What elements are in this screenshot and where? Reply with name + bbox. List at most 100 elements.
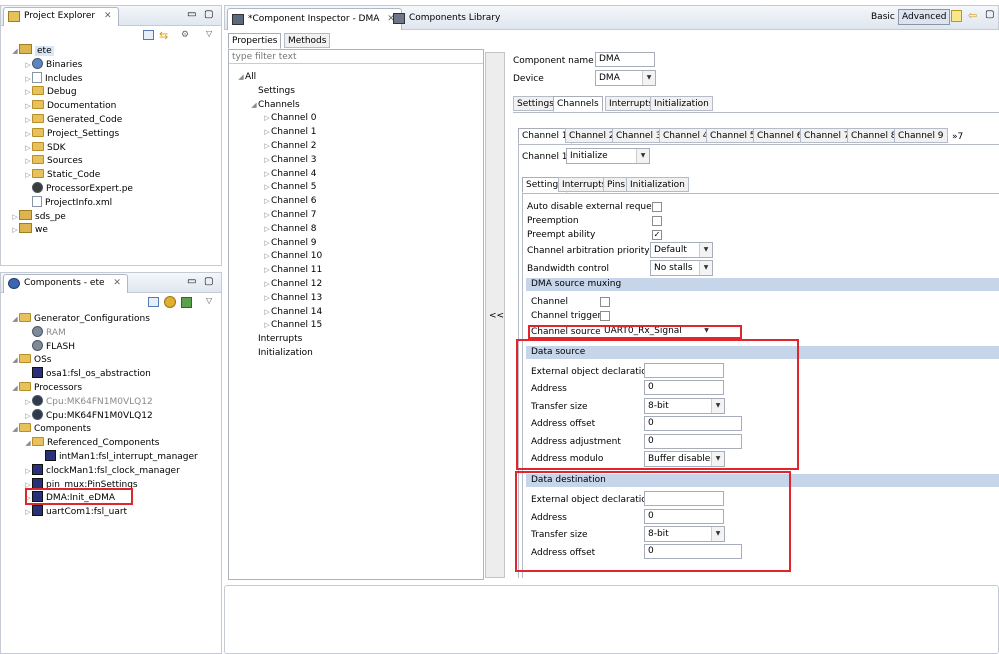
splitter-bar[interactable]: << [485, 52, 505, 578]
collapsed-icon[interactable]: ▷ [263, 111, 271, 125]
tab-channel-2[interactable]: Channel 2 [565, 128, 619, 143]
expanded-icon[interactable]: ◢ [11, 312, 19, 326]
expanded-icon[interactable]: ◢ [237, 70, 245, 84]
back-icon[interactable]: ⇦ [968, 9, 977, 22]
property-tree-item[interactable]: ▷Channel 12 [263, 277, 322, 291]
tree-item[interactable]: RAM [24, 325, 66, 340]
tab-channel-5[interactable]: Channel 5 [706, 128, 760, 143]
view-menu-icon[interactable]: ⚙ [181, 30, 189, 40]
mux-channel-checkbox[interactable] [600, 297, 610, 307]
tree-item[interactable]: ▷ Cpu:MK64FN1M0VLQ12 [24, 394, 153, 409]
channel1-select[interactable]: Initialize ▼ [566, 148, 650, 164]
tree-item[interactable]: ▷ Static_Code [24, 168, 100, 182]
tree-item[interactable]: FLASH [24, 339, 75, 354]
tab-project-explorer[interactable]: Project Explorer ✕ [3, 7, 119, 26]
expanded-icon[interactable]: ◢ [24, 436, 32, 450]
property-tree-item[interactable]: ▷Channel 10 [263, 249, 322, 263]
property-tree-item[interactable]: Settings [250, 84, 295, 98]
preemption-checkbox[interactable] [652, 216, 662, 226]
tab-channel-7[interactable]: Channel 7 [800, 128, 854, 143]
collapsed-icon[interactable]: ▷ [263, 291, 271, 305]
collapsed-icon[interactable]: ▷ [24, 72, 32, 86]
component-name-input[interactable]: DMA [595, 52, 655, 67]
collapsed-icon[interactable]: ▷ [24, 141, 32, 155]
tree-item[interactable]: ▷ Debug [24, 85, 77, 99]
collapsed-icon[interactable]: ▷ [263, 125, 271, 139]
tree-item[interactable]: ▷ SDK [24, 141, 66, 155]
collapsed-icon[interactable]: ▷ [263, 139, 271, 153]
collapsed-icon[interactable]: ▷ [263, 180, 271, 194]
subtab-initialization[interactable]: Initialization [626, 177, 689, 192]
close-icon[interactable]: ✕ [113, 278, 121, 288]
property-tree-item[interactable]: ▷Channel 9 [263, 236, 316, 250]
collapsed-icon[interactable]: ▷ [263, 194, 271, 208]
collapsed-icon[interactable]: ▷ [263, 208, 271, 222]
collapsed-icon[interactable]: ▷ [24, 113, 32, 127]
channel-trigger-checkbox[interactable] [600, 311, 610, 321]
property-tree-item[interactable]: ▷Channel 4 [263, 167, 316, 181]
collapsed-icon[interactable]: ▷ [263, 318, 271, 332]
tree-item[interactable]: ◢ Generator_Configurations [11, 312, 150, 326]
tree-item[interactable]: ▷ Project_Settings [24, 127, 119, 141]
property-tree-item[interactable]: Initialization [250, 346, 313, 360]
advanced-mode-button[interactable]: Advanced [898, 9, 951, 25]
device-select[interactable]: DMA ▼ [595, 70, 656, 86]
link-editor-icon[interactable]: ⇆ [159, 29, 168, 42]
close-icon[interactable]: ✕ [104, 11, 112, 21]
collapsed-icon[interactable]: ▷ [263, 305, 271, 319]
tab-properties[interactable]: Properties [228, 33, 282, 49]
auto-disable-checkbox[interactable] [652, 202, 662, 212]
tab-component-inspector[interactable]: *Component Inspector - DMA ✕ [227, 8, 402, 30]
tree-item[interactable]: ▷ Cpu:MK64FN1M0VLQ12 [24, 408, 153, 423]
filter-input[interactable] [229, 50, 483, 64]
tab-settings[interactable]: Settings [513, 96, 558, 111]
maximize-icon[interactable]: ▢ [985, 9, 994, 20]
expanded-icon[interactable]: ◢ [250, 98, 258, 112]
collapsed-icon[interactable]: ▷ [263, 277, 271, 291]
property-tree-item[interactable]: ▷Channel 15 [263, 318, 322, 332]
collapsed-icon[interactable]: ▷ [24, 505, 32, 519]
minimize-icon[interactable]: ▭ [187, 276, 196, 287]
property-tree-item[interactable]: ◢Channels [250, 98, 299, 112]
tree-item[interactable]: ◢ Components [11, 422, 91, 436]
collapse-panel-button[interactable]: << [489, 311, 504, 321]
tab-channel-1[interactable]: Channel 1 [518, 128, 572, 144]
tree-item[interactable]: ▷ we [11, 223, 48, 237]
collapsed-icon[interactable]: ▷ [24, 154, 32, 168]
tab-channel-8[interactable]: Channel 8 [847, 128, 901, 143]
collapse-all-icon[interactable] [148, 297, 159, 307]
property-tree-item[interactable]: ▷Channel 6 [263, 194, 316, 208]
collapsed-icon[interactable]: ▷ [11, 223, 19, 237]
tab-components-library[interactable]: Components Library [391, 13, 500, 24]
collapse-all-icon[interactable] [143, 30, 154, 40]
generate-code-icon[interactable] [164, 296, 176, 308]
tree-item[interactable]: ▷ sds_pe [11, 209, 66, 224]
collapsed-icon[interactable]: ▷ [24, 99, 32, 113]
property-tree-item[interactable]: ▷Channel 2 [263, 139, 316, 153]
expanded-icon[interactable]: ◢ [11, 44, 19, 58]
filter-icon[interactable] [181, 297, 192, 308]
property-tree-item[interactable]: ▷Channel 0 [263, 111, 316, 125]
collapsed-icon[interactable]: ▷ [263, 263, 271, 277]
collapsed-icon[interactable]: ▷ [263, 222, 271, 236]
property-tree-item[interactable]: ◢All [237, 70, 256, 84]
tab-channel-6[interactable]: Channel 6 [753, 128, 807, 143]
note-icon[interactable] [951, 10, 962, 22]
collapsed-icon[interactable]: ▷ [11, 210, 19, 224]
collapsed-icon[interactable]: ▷ [24, 168, 32, 182]
property-tree-item[interactable]: ▷Channel 7 [263, 208, 316, 222]
tab-channels[interactable]: Channels [553, 96, 603, 112]
maximize-icon[interactable]: ▢ [204, 276, 213, 287]
arbitration-priority-select[interactable]: Default ▼ [650, 242, 713, 258]
collapsed-icon[interactable]: ▷ [24, 85, 32, 99]
tab-initialization[interactable]: Initialization [650, 96, 713, 111]
collapsed-icon[interactable]: ▷ [24, 127, 32, 141]
collapsed-icon[interactable]: ▷ [263, 153, 271, 167]
tree-item[interactable]: ▷ Binaries [24, 57, 82, 72]
tree-item[interactable]: ▷ Sources [24, 154, 83, 168]
maximize-icon[interactable]: ▢ [204, 9, 213, 20]
bandwidth-control-select[interactable]: No stalls ▼ [650, 260, 713, 276]
collapsed-icon[interactable]: ▷ [263, 236, 271, 250]
property-tree-item[interactable]: ▷Channel 5 [263, 180, 316, 194]
tree-item[interactable]: ◢ Processors [11, 381, 82, 395]
